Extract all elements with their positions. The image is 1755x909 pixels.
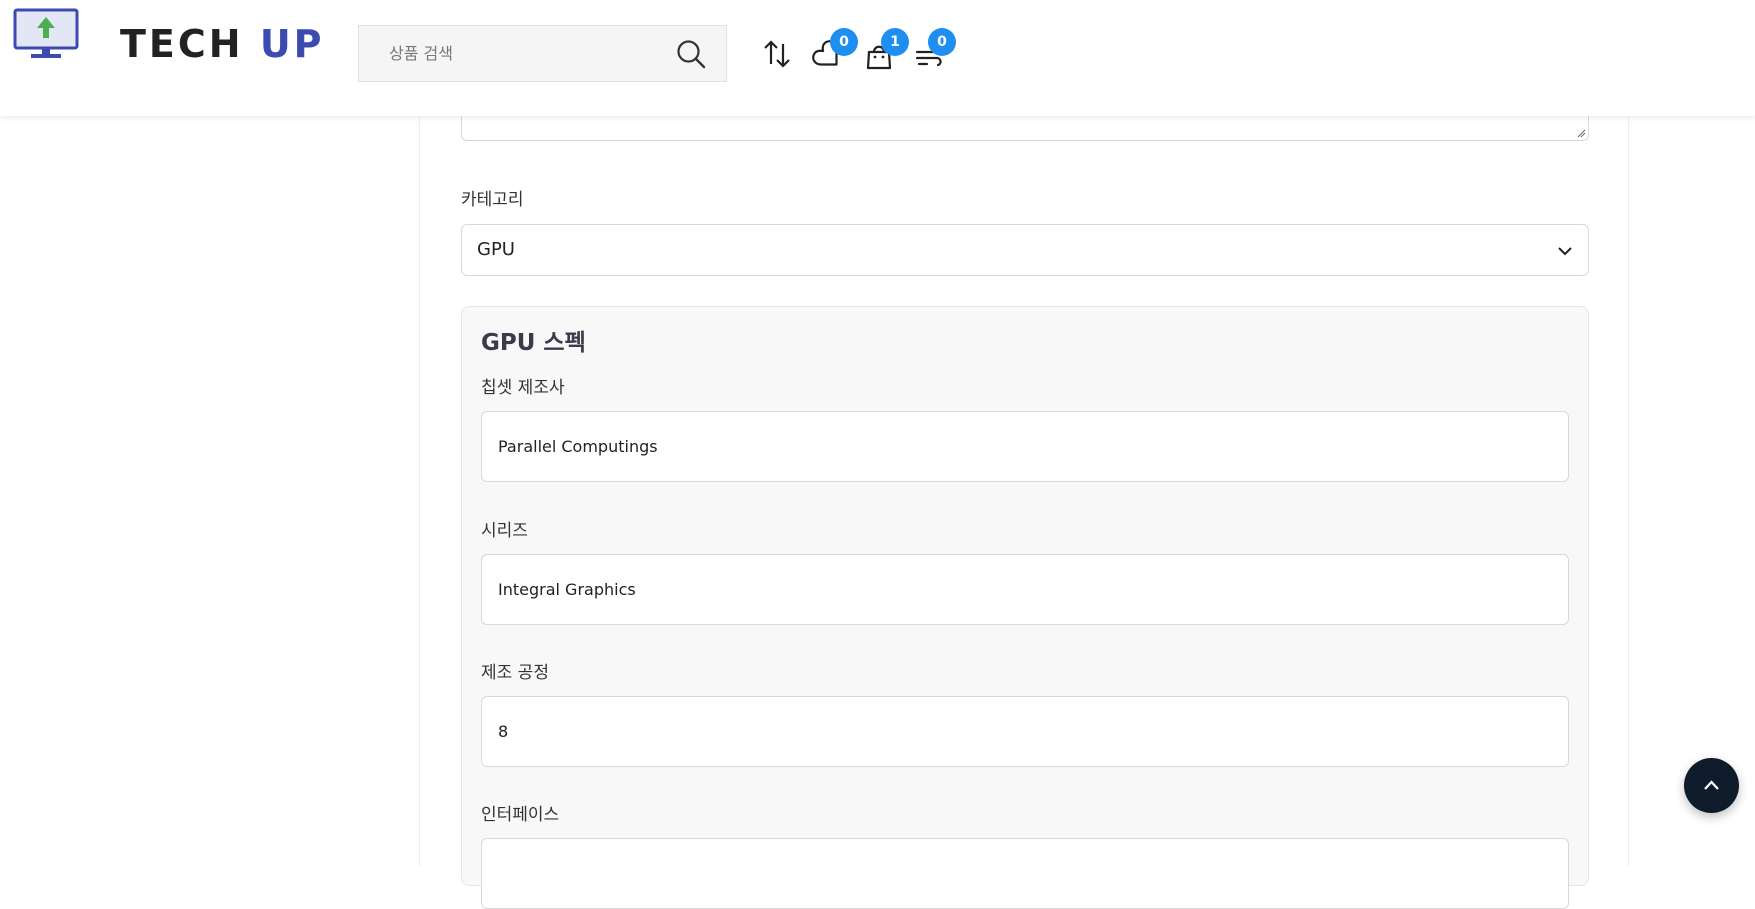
site-header: TECH UP 0 1 0	[0, 0, 1755, 116]
search-box	[358, 25, 727, 82]
search-icon[interactable]	[676, 39, 706, 69]
chipset-maker-label: 칩셋 제조사	[481, 378, 565, 398]
chevron-up-icon	[1704, 780, 1719, 790]
spec-section-title: GPU 스펙	[481, 330, 586, 356]
arrows-up-down-icon[interactable]	[761, 38, 793, 70]
chevron-down-icon	[1558, 247, 1572, 256]
interface-input[interactable]	[481, 838, 1569, 909]
category-select[interactable]: GPU	[461, 224, 1589, 276]
wishlist-count-badge: 0	[830, 28, 858, 56]
search-input[interactable]	[359, 26, 659, 81]
brand-logo-text[interactable]: TECH UP	[120, 22, 325, 66]
scroll-to-top-button[interactable]	[1684, 758, 1739, 813]
category-select-value: GPU	[477, 239, 515, 260]
category-label: 카테고리	[461, 190, 524, 210]
series-label: 시리즈	[481, 521, 528, 541]
chipset-maker-input[interactable]	[481, 411, 1569, 482]
process-label: 제조 공정	[481, 663, 549, 683]
series-input[interactable]	[481, 554, 1569, 625]
interface-label: 인터페이스	[481, 805, 560, 825]
process-input[interactable]	[481, 696, 1569, 767]
logo-text-tech: TECH	[120, 22, 244, 66]
cart-count-badge: 1	[881, 28, 909, 56]
monitor-upload-logo-icon[interactable]	[13, 8, 79, 60]
resize-grip-icon[interactable]	[1576, 128, 1586, 138]
recent-count-badge: 0	[928, 28, 956, 56]
logo-text-up: UP	[259, 22, 325, 66]
